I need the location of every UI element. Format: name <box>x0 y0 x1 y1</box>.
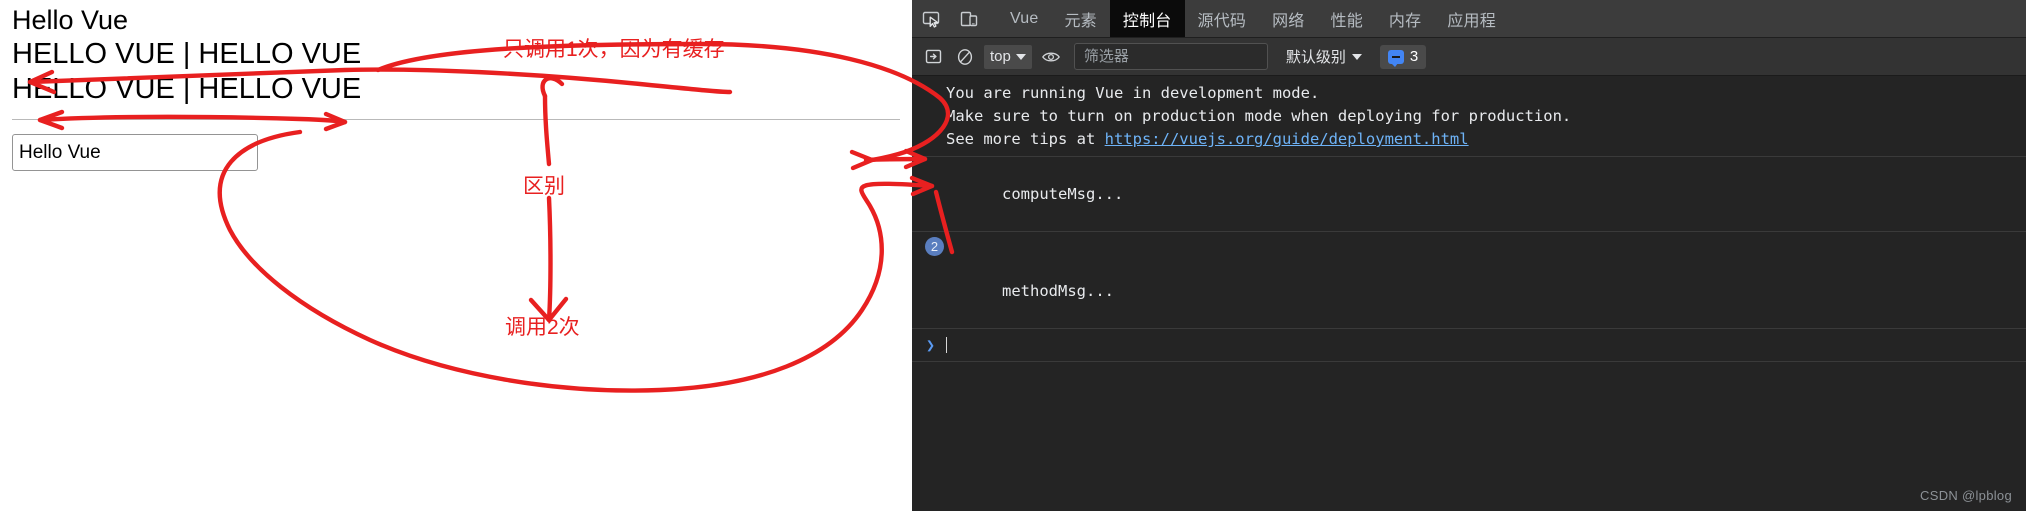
tab-elements[interactable]: 元素 <box>1051 0 1109 37</box>
browser-page-pane: Hello Vue HELLO VUE | HELLO VUE HELLO VU… <box>0 0 912 511</box>
warning-line-3: See more tips at https://vuejs.org/guide… <box>912 128 2026 151</box>
watermark-text: CSDN @lpblog <box>1920 488 2012 503</box>
computed-output-line: HELLO VUE | HELLO VUE <box>12 38 362 70</box>
tab-application[interactable]: 应用程 <box>1434 0 1509 37</box>
message-count-value: 3 <box>1409 48 1419 65</box>
log-level-label: 默认级别 <box>1285 49 1346 66</box>
tab-network[interactable]: 网络 <box>1259 0 1317 37</box>
inspect-element-icon[interactable] <box>912 0 950 37</box>
tab-console[interactable]: 控制台 <box>1109 0 1185 37</box>
tab-sources[interactable]: 源代码 <box>1185 0 1260 37</box>
console-prompt[interactable]: ❯ <box>912 329 2026 362</box>
log-level-select[interactable]: 默认级别 <box>1280 45 1368 69</box>
console-message-text: methodMsg... <box>1002 282 1114 300</box>
live-expression-icon[interactable] <box>1038 45 1064 69</box>
console-row-method: 2 methodMsg... <box>912 232 2026 329</box>
device-toolbar-icon[interactable] <box>950 0 988 37</box>
message-input[interactable] <box>12 134 258 171</box>
message-count-badge[interactable]: 3 <box>1379 44 1427 69</box>
warning-line-2: Make sure to turn on production mode whe… <box>946 107 1572 125</box>
vue-dev-warning: You are running Vue in development mode.… <box>912 76 2026 157</box>
input-row <box>0 120 912 171</box>
method-output-line: HELLO VUE | HELLO VUE <box>12 73 362 105</box>
vue-deployment-link[interactable]: https://vuejs.org/guide/deployment.html <box>1105 130 1469 148</box>
page-title: Hello Vue <box>12 5 129 35</box>
console-output[interactable]: You are running Vue in development mode.… <box>912 76 2026 511</box>
repeat-count-badge: 2 <box>925 237 944 256</box>
tab-performance[interactable]: 性能 <box>1318 0 1376 37</box>
tip-prefix-text: See more tips at <box>946 130 1105 148</box>
devtools-tabbar: Vue 元素 控制台 源代码 网络 性能 内存 应用程 <box>912 0 2026 38</box>
text-cursor <box>946 337 947 353</box>
tab-vue[interactable]: Vue <box>997 0 1051 37</box>
execution-context-select[interactable]: top <box>984 44 1032 69</box>
message-bubble-icon <box>1387 49 1404 67</box>
console-message-text: computeMsg... <box>1002 185 1124 203</box>
warning-line-1: You are running Vue in development mode. <box>946 84 1320 102</box>
devtools-panel: Vue 元素 控制台 源代码 网络 性能 内存 应用程 top 筛选器 默认级别… <box>912 0 2026 511</box>
prompt-chevron-icon: ❯ <box>926 336 936 354</box>
console-row-compute: computeMsg... <box>912 157 2026 232</box>
console-filter-input[interactable] <box>1081 47 1260 66</box>
chevron-down-icon <box>1351 53 1362 60</box>
chevron-down-icon <box>1015 53 1026 60</box>
console-filter-box[interactable] <box>1073 43 1268 70</box>
console-sidebar-icon[interactable] <box>920 45 946 69</box>
clear-console-icon[interactable] <box>952 45 978 69</box>
console-toolbar: top 默认级别 3 <box>912 38 2026 76</box>
tab-memory[interactable]: 内存 <box>1376 0 1434 37</box>
execution-context-label: top <box>990 48 1011 65</box>
